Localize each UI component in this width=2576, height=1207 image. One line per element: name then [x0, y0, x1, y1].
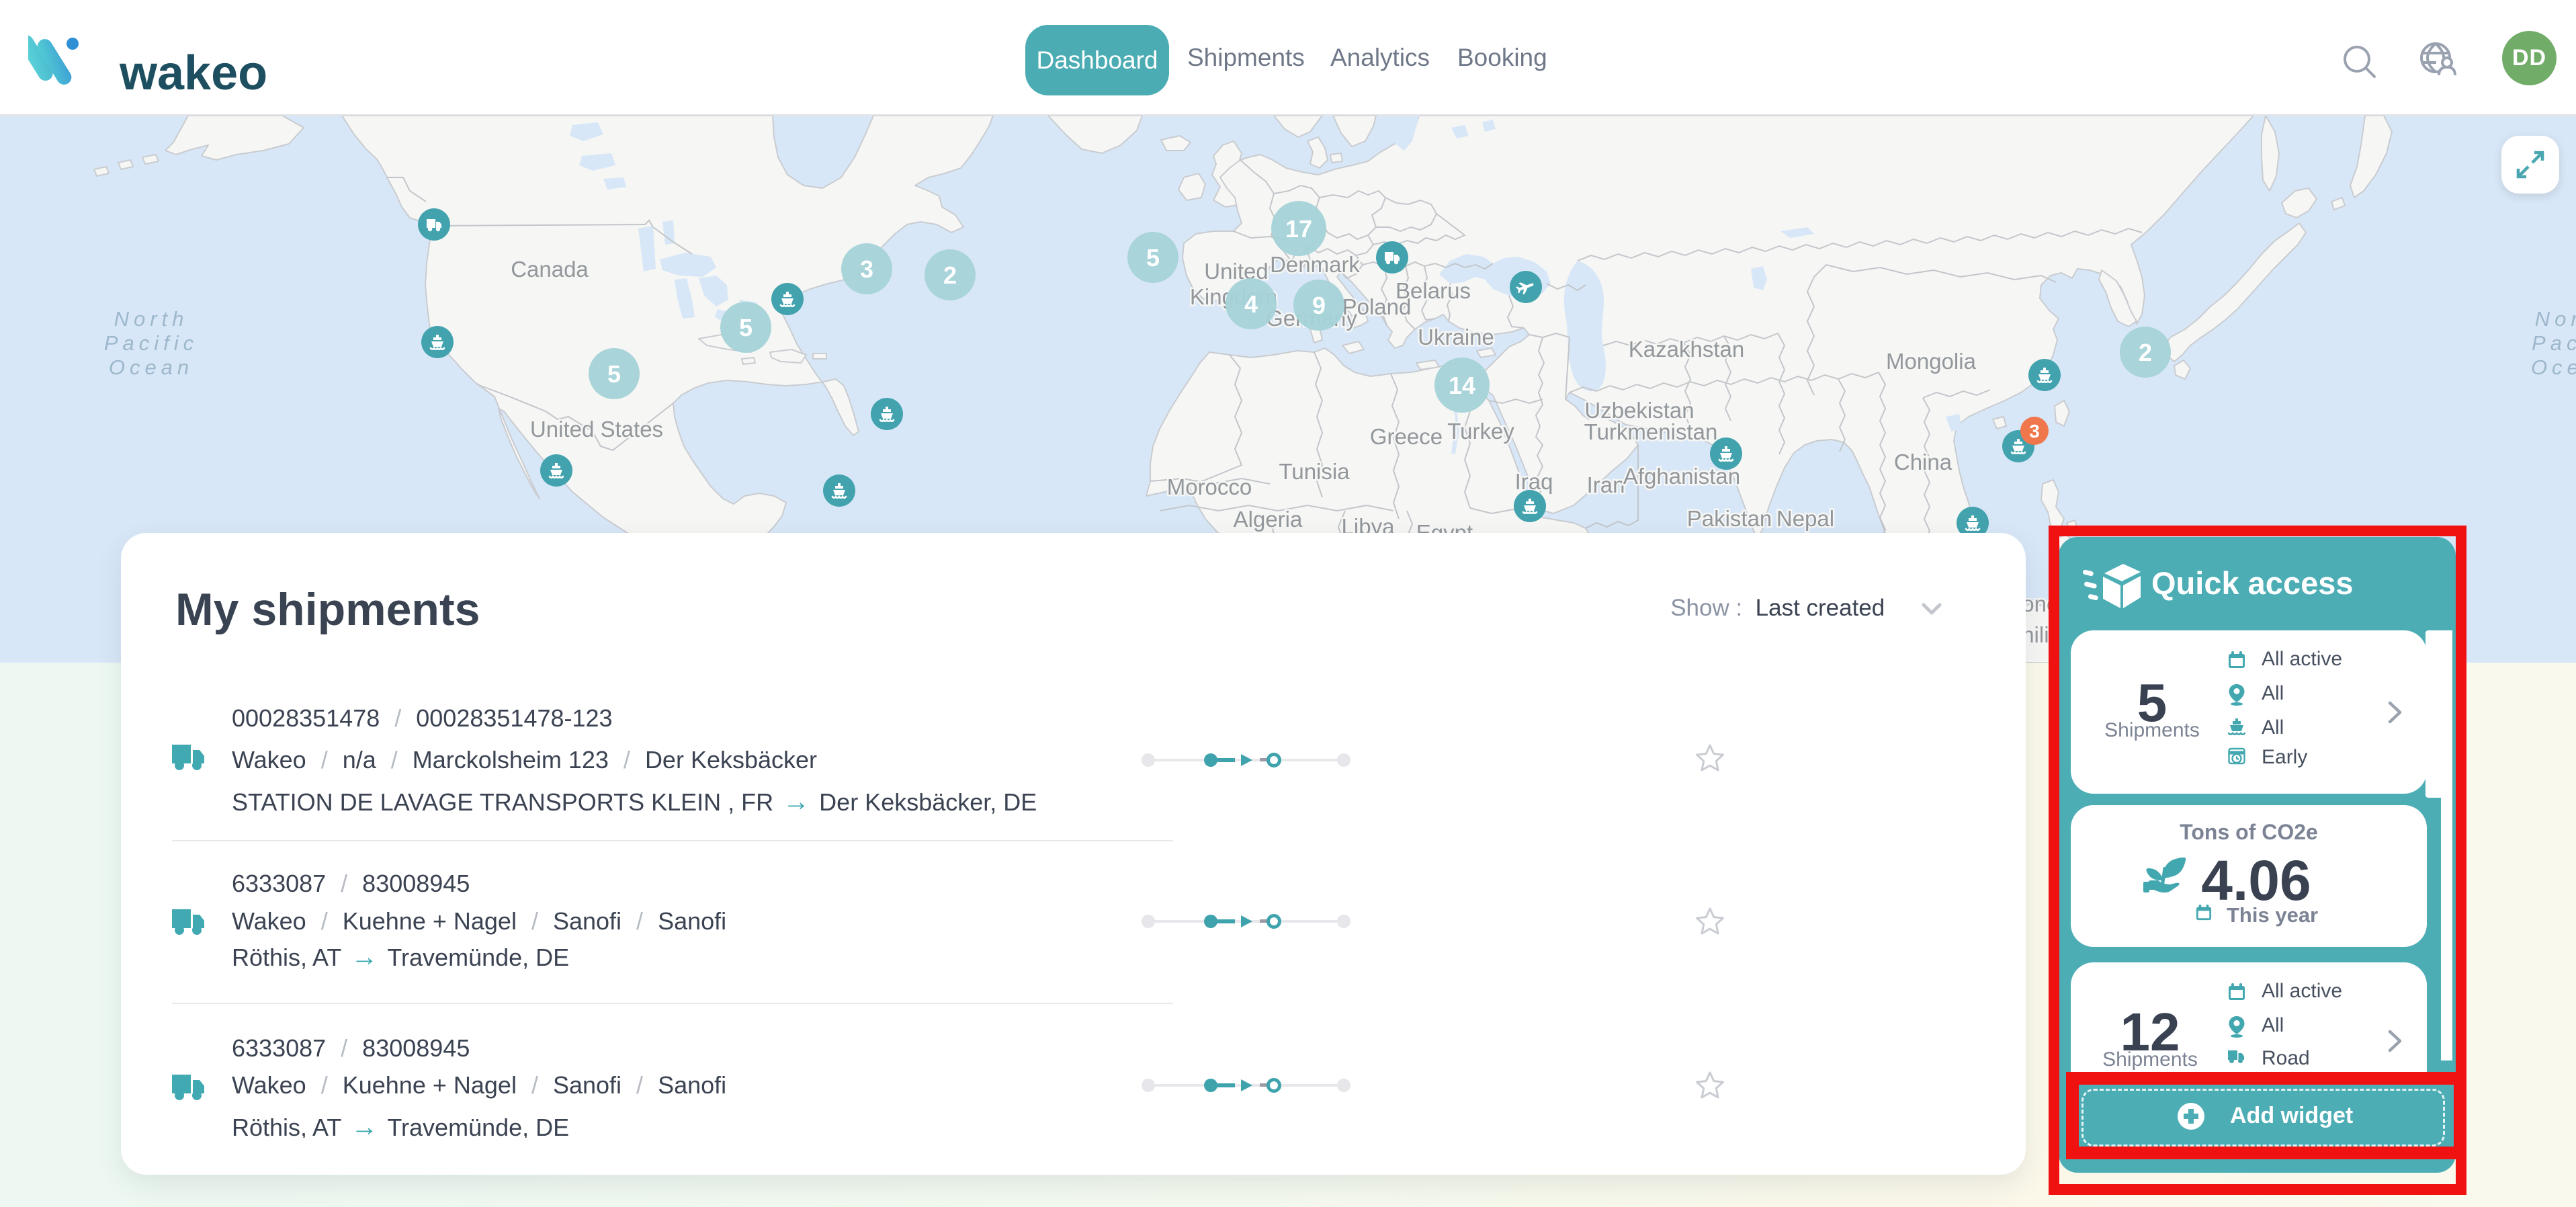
svg-text:2: 2: [943, 261, 957, 289]
svg-text:Morocco: Morocco: [1167, 474, 1252, 499]
svg-text:4: 4: [1244, 290, 1258, 318]
svg-text:Nepal: Nepal: [1776, 506, 1834, 531]
svg-text:Denmark: Denmark: [1270, 252, 1360, 277]
svg-text:Belarus: Belarus: [1396, 278, 1471, 303]
svg-text:Mongolia: Mongolia: [1886, 349, 1977, 374]
svg-text:Iran: Iran: [1587, 472, 1625, 497]
svg-text:North: North: [114, 307, 189, 331]
svg-text:Turkmenistan: Turkmenistan: [1584, 419, 1718, 444]
svg-text:17: 17: [1285, 215, 1312, 243]
svg-text:2: 2: [2139, 339, 2152, 366]
svg-text:Ocean: Ocean: [109, 356, 194, 379]
svg-text:5: 5: [739, 314, 753, 341]
svg-text:Turkey: Turkey: [1447, 419, 1514, 444]
svg-text:Iraq: Iraq: [1515, 469, 1553, 494]
svg-text:Pacific: Pacific: [104, 331, 198, 355]
svg-text:14: 14: [1449, 372, 1475, 399]
svg-text:Algeria: Algeria: [1234, 507, 1303, 532]
svg-text:Pakistan: Pakistan: [1687, 506, 1772, 531]
svg-text:Kazakhstan: Kazakhstan: [1629, 337, 1744, 362]
svg-text:United States: United States: [530, 417, 663, 442]
svg-text:3: 3: [2029, 421, 2040, 442]
svg-text:9: 9: [1312, 292, 1326, 319]
svg-text:Nort: Nort: [2535, 307, 2576, 331]
svg-text:Canada: Canada: [511, 257, 589, 282]
svg-text:China: China: [1894, 450, 1952, 474]
svg-text:5: 5: [607, 360, 621, 388]
svg-text:5: 5: [1146, 244, 1160, 272]
svg-text:Greece: Greece: [1370, 424, 1443, 449]
svg-text:Pacif: Pacif: [2532, 331, 2576, 355]
svg-text:Tunisia: Tunisia: [1279, 459, 1350, 484]
svg-text:Ukraine: Ukraine: [1418, 325, 1494, 349]
svg-text:Ocea: Ocea: [2531, 356, 2576, 379]
svg-text:3: 3: [860, 255, 873, 283]
